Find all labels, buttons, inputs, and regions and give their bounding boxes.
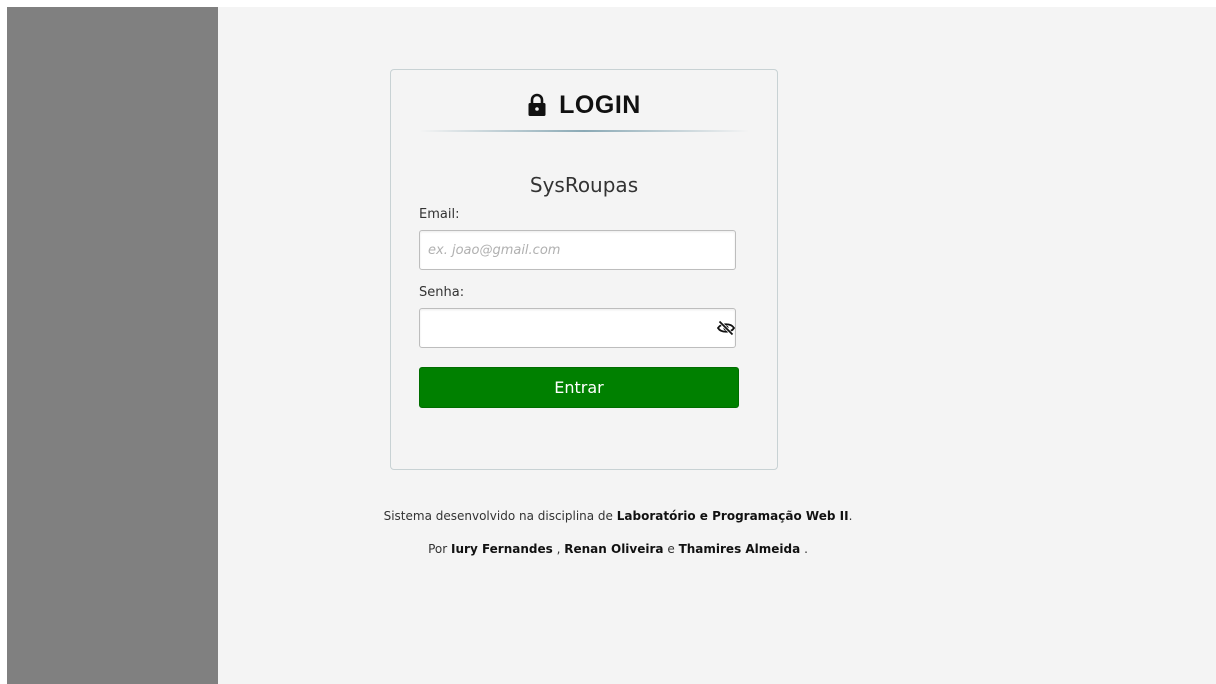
enter-button[interactable]: Entrar bbox=[419, 367, 739, 408]
login-card: LOGIN SysRoupas Email: Senha: Entrar bbox=[390, 69, 778, 470]
login-title: LOGIN bbox=[559, 90, 641, 119]
email-field-container bbox=[419, 230, 736, 270]
footer-sep1: , bbox=[556, 542, 561, 556]
footer-line2-prefix: Por bbox=[428, 542, 448, 556]
password-field[interactable] bbox=[420, 309, 716, 347]
footer-discipline: Laboratório e Programação Web II bbox=[616, 509, 849, 523]
sidebar bbox=[7, 7, 218, 684]
footer-sep2: e bbox=[667, 542, 675, 556]
title-divider bbox=[419, 130, 749, 132]
eye-slash-icon[interactable] bbox=[716, 320, 736, 336]
login-header: LOGIN bbox=[391, 88, 777, 122]
footer-line1: Sistema desenvolvido na disciplina de La… bbox=[218, 509, 1018, 523]
email-label: Email: bbox=[419, 207, 460, 222]
footer-line2: Por Iury Fernandes , Renan Oliveira e Th… bbox=[218, 542, 1018, 556]
lock-icon bbox=[527, 93, 547, 117]
footer-author2: Renan Oliveira bbox=[564, 542, 664, 556]
footer-line1-prefix: Sistema desenvolvido na disciplina de bbox=[383, 509, 613, 523]
app-name: SysRoupas bbox=[529, 173, 639, 197]
page-frame: LOGIN SysRoupas Email: Senha: Entrar Sis… bbox=[7, 7, 1216, 684]
footer-author1: Iury Fernandes bbox=[451, 542, 553, 556]
email-field[interactable] bbox=[420, 231, 716, 269]
footer-author3: Thamires Almeida bbox=[678, 542, 801, 556]
footer-line1-suffix: . bbox=[848, 509, 853, 523]
password-field-container bbox=[419, 308, 736, 348]
password-label: Senha: bbox=[419, 285, 465, 300]
footer-line2-suffix: . bbox=[804, 542, 808, 556]
